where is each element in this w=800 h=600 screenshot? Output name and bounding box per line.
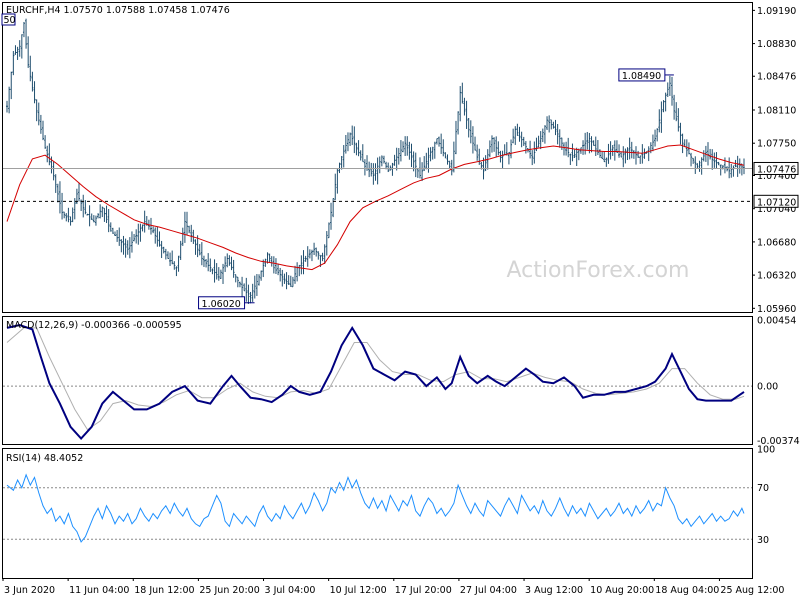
price-tick-label: 1.08830: [757, 39, 796, 50]
x-tick-label: 3 Aug 12:00: [525, 585, 583, 596]
svg-text:1.07120: 1.07120: [757, 197, 796, 208]
macd-tick-label: 0.00: [757, 382, 778, 393]
svg-text:1.08490: 1.08490: [622, 71, 661, 82]
svg-text:1.07476: 1.07476: [757, 164, 796, 175]
chart-canvas: ActionForex.com 50 1.08490 1.06020 1.09190…: [1, 2, 800, 596]
x-tick-label: 25 Jun 20:00: [199, 585, 259, 596]
svg-text:50: 50: [4, 15, 16, 26]
x-tick-label: 18 Aug 04:00: [655, 585, 719, 596]
current-price-label: 1.07476: [753, 161, 799, 175]
support-price-label: 1.07120: [753, 194, 799, 208]
rsi-tick-label: 30: [757, 535, 769, 546]
price-tick-label: 1.05960: [757, 304, 796, 315]
x-tick-label: 17 Jul 20:00: [395, 585, 452, 596]
price-tick-label: 1.07750: [757, 139, 796, 150]
macd-panel-frame: [2, 316, 753, 445]
x-tick-label: 27 Jul 04:00: [460, 585, 517, 596]
watermark: ActionForex.com: [507, 258, 690, 283]
macd-header: MACD(12,26,9) -0.000366 -0.000595: [6, 320, 182, 331]
x-tick-label: 25 Aug 12:00: [720, 585, 784, 596]
rsi-header: RSI(14) 48.4052: [6, 453, 83, 464]
x-tick-label: 3 Jun 2020: [4, 585, 55, 596]
x-tick-label: 18 Jun 12:00: [134, 585, 194, 596]
price-tick-label: 1.08110: [757, 105, 796, 116]
price-header: EURCHF,H4 1.07570 1.07588 1.07458 1.0747…: [6, 5, 230, 16]
x-tick-label: 10 Jul 12:00: [330, 585, 387, 596]
macd-tick-label: 0.00454: [757, 316, 796, 327]
price-tick-label: 1.06680: [757, 237, 796, 248]
price-tick-label: 1.06320: [757, 271, 796, 282]
price-tick-label: 1.08476: [757, 72, 796, 83]
x-tick-label: 10 Aug 20:00: [590, 585, 654, 596]
svg-text:1.06020: 1.06020: [202, 299, 241, 310]
price-tick-label: 1.09190: [757, 6, 796, 17]
x-tick-label: 11 Jun 04:00: [69, 585, 129, 596]
x-tick-label: 3 Jul 04:00: [265, 585, 316, 596]
rsi-tick-label: 70: [757, 483, 769, 494]
rsi-tick-label: 100: [757, 445, 775, 456]
